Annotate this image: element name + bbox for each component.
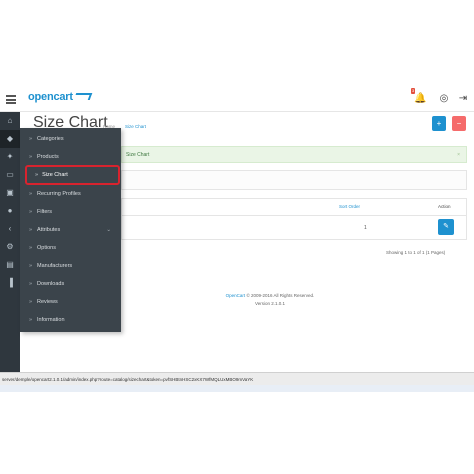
opencart-link[interactable]: OpenCart <box>226 293 246 298</box>
home-icon[interactable]: ⌂ <box>0 112 20 130</box>
desktop-icon[interactable]: ▭ <box>0 166 20 184</box>
breadcrumb-current[interactable]: Size Chart <box>125 124 146 129</box>
menu-item-categories[interactable]: » Categories <box>20 130 121 148</box>
menu-item-options[interactable]: » Options <box>20 239 121 257</box>
column-action: Action <box>438 204 451 209</box>
menu-item-products[interactable]: » Products <box>20 148 121 166</box>
add-button[interactable]: + <box>432 116 446 131</box>
footer: OpenCart © 2009-2016 All Rights Reserved… <box>180 292 360 308</box>
delete-button[interactable]: − <box>452 116 466 131</box>
menu-item-recurring-profiles[interactable]: » Recurring Profiles <box>20 185 121 203</box>
cog-icon[interactable]: ⚙ <box>0 238 20 256</box>
success-alert: Size Chart × <box>121 146 467 163</box>
report-icon[interactable]: ▤ <box>0 256 20 274</box>
menu-item-downloads[interactable]: » Downloads <box>20 275 121 293</box>
taskbar <box>0 385 474 392</box>
opencart-logo[interactable]: opencart <box>28 91 93 103</box>
alert-text: Size Chart <box>126 152 150 158</box>
edit-button[interactable]: ✎ <box>438 219 454 235</box>
cart-logo-icon <box>73 93 93 100</box>
column-sort-order[interactable]: Sort Order <box>339 204 360 209</box>
menu-item-information[interactable]: » Information <box>20 311 121 329</box>
menu-item-manufacturers[interactable]: » Manufacturers <box>20 257 121 275</box>
pencil-icon: ✎ <box>443 223 449 230</box>
share-icon[interactable]: ‹ <box>0 220 20 238</box>
menu-item-attributes[interactable]: » Attributes ⌄ <box>20 221 121 239</box>
close-icon[interactable]: × <box>457 147 460 164</box>
logout-icon[interactable]: ⇥ <box>457 93 469 105</box>
puzzle-icon[interactable]: ✦ <box>0 148 20 166</box>
chart-icon[interactable]: ▐ <box>0 274 20 292</box>
version-text: Version 2.1.0.1 <box>254 301 286 306</box>
cart-icon[interactable]: ▣ <box>0 184 20 202</box>
browser-status-bar: server/demple/opencart2.1.0.1/admin/inde… <box>0 372 474 386</box>
status-url: server/demple/opencart2.1.0.1/admin/inde… <box>2 377 254 382</box>
menu-item-reviews[interactable]: » Reviews <box>20 293 121 311</box>
panel-heading <box>121 170 467 190</box>
tag-icon[interactable]: ◆ <box>0 130 20 148</box>
pagination-text: Showing 1 to 1 of 1 (1 Pages) <box>386 250 446 255</box>
chevron-down-icon: ⌄ <box>106 227 111 233</box>
cell-sort-order: 1 <box>364 225 367 231</box>
user-icon[interactable]: ● <box>0 202 20 220</box>
menu-item-size-chart[interactable]: » Size Chart <box>35 167 68 183</box>
menu-icon[interactable] <box>6 95 16 104</box>
help-icon[interactable]: ◎ <box>438 93 450 105</box>
bell-icon[interactable]: 🔔 <box>414 93 426 105</box>
table-header <box>121 198 467 216</box>
copyright-text: © 2009-2016 All Rights Reserved. <box>246 293 315 298</box>
menu-item-filters[interactable]: » Filters <box>20 203 121 221</box>
